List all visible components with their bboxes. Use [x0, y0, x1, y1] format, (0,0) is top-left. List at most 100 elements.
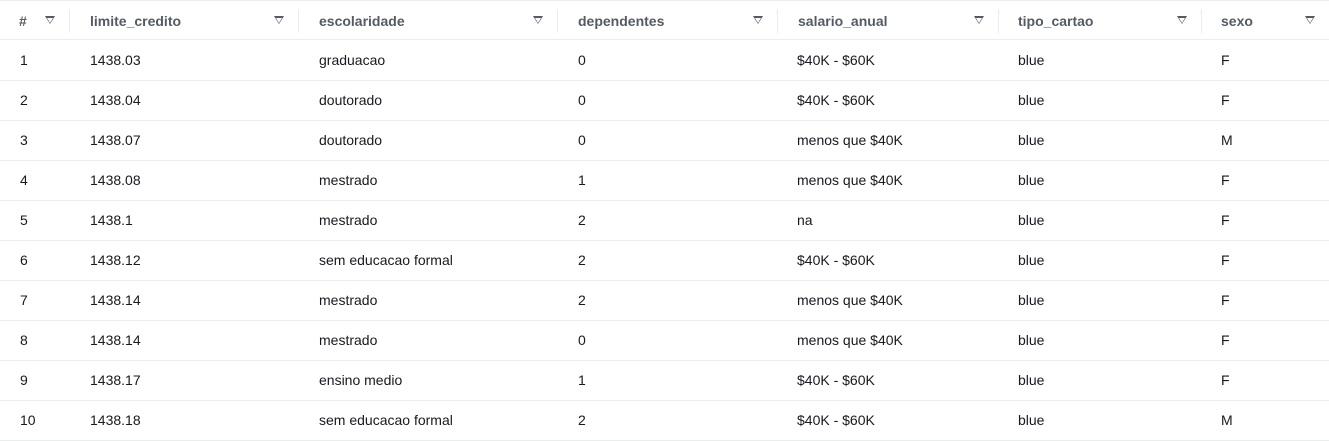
- cell-tipo-cartao: blue: [1018, 372, 1045, 388]
- cell-escolaridade: ensino medio: [319, 372, 403, 388]
- cell-index: 1: [20, 52, 28, 68]
- cell-escolaridade: sem educacao formal: [319, 412, 453, 428]
- column-header-sexo[interactable]: sexo: [1202, 1, 1329, 40]
- cell-tipo-cartao: blue: [1018, 172, 1045, 188]
- cell-index: 5: [20, 212, 28, 228]
- column-header-label: limite_credito: [90, 12, 182, 29]
- cell-dependentes: 1: [578, 372, 586, 388]
- cell-tipo-cartao: blue: [1018, 252, 1045, 268]
- cell-dependentes: 2: [578, 212, 586, 228]
- cell-salario-anual: menos que $40K: [797, 332, 903, 348]
- column-header-label: sexo: [1221, 12, 1253, 29]
- cell-tipo-cartao: blue: [1018, 52, 1045, 68]
- cell-escolaridade: graduacao: [319, 52, 386, 68]
- sort-descending-icon[interactable]: [1305, 16, 1315, 24]
- cell-salario-anual: $40K - $60K: [797, 412, 875, 428]
- cell-limite-credito: 1438.08: [90, 172, 141, 188]
- table-header: # limite_credito escolaridade dependente…: [0, 0, 1329, 40]
- cell-tipo-cartao: blue: [1018, 212, 1045, 228]
- column-header-salario-anual[interactable]: salario_anual: [778, 1, 998, 40]
- column-header-escolaridade[interactable]: escolaridade: [299, 1, 557, 40]
- column-header-label: salario_anual: [798, 12, 888, 29]
- column-header-tipo-cartao[interactable]: tipo_cartao: [999, 1, 1201, 40]
- cell-salario-anual: menos que $40K: [797, 292, 903, 308]
- sort-descending-icon[interactable]: [974, 16, 984, 24]
- cell-escolaridade: doutorado: [319, 92, 383, 108]
- cell-sexo: F: [1221, 172, 1230, 188]
- table-row[interactable]: 5 1438.1 mestrado 2 na blue F: [0, 201, 1329, 241]
- cell-escolaridade: mestrado: [319, 212, 378, 228]
- cell-dependentes: 0: [578, 92, 586, 108]
- cell-salario-anual: $40K - $60K: [797, 92, 875, 108]
- cell-dependentes: 0: [578, 52, 586, 68]
- cell-sexo: M: [1221, 412, 1233, 428]
- column-header-label: #: [19, 12, 27, 29]
- cell-limite-credito: 1438.17: [90, 372, 141, 388]
- table-row[interactable]: 3 1438.07 doutorado 0 menos que $40K blue M: [0, 121, 1329, 161]
- cell-tipo-cartao: blue: [1018, 292, 1045, 308]
- table-row[interactable]: 4 1438.08 mestrado 1 menos que $40K blue F: [0, 161, 1329, 201]
- cell-salario-anual: menos que $40K: [797, 132, 903, 148]
- table-row[interactable]: 2 1438.04 doutorado 0 $40K - $60K blue F: [0, 81, 1329, 121]
- cell-index: 4: [20, 172, 28, 188]
- cell-escolaridade: doutorado: [319, 132, 383, 148]
- cell-sexo: F: [1221, 52, 1230, 68]
- column-header-dependentes[interactable]: dependentes: [558, 1, 777, 40]
- cell-limite-credito: 1438.12: [90, 252, 141, 268]
- cell-escolaridade: mestrado: [319, 292, 378, 308]
- cell-tipo-cartao: blue: [1018, 412, 1045, 428]
- results-table: # limite_credito escolaridade dependente…: [0, 0, 1329, 441]
- cell-escolaridade: sem educacao formal: [319, 252, 453, 268]
- cell-dependentes: 0: [578, 332, 586, 348]
- cell-index: 6: [20, 252, 28, 268]
- table-row[interactable]: 1 1438.03 graduacao 0 $40K - $60K blue F: [0, 41, 1329, 81]
- column-header-limite-credito[interactable]: limite_credito: [70, 1, 298, 40]
- cell-limite-credito: 1438.14: [90, 292, 141, 308]
- cell-dependentes: 2: [578, 252, 586, 268]
- cell-escolaridade: mestrado: [319, 332, 378, 348]
- cell-index: 10: [20, 412, 36, 428]
- table-row[interactable]: 9 1438.17 ensino medio 1 $40K - $60K blue F: [0, 361, 1329, 401]
- cell-salario-anual: menos que $40K: [797, 172, 903, 188]
- cell-salario-anual: $40K - $60K: [797, 52, 875, 68]
- sort-descending-icon[interactable]: [753, 16, 763, 24]
- cell-limite-credito: 1438.04: [90, 92, 141, 108]
- cell-salario-anual: na: [797, 212, 813, 228]
- sort-descending-icon[interactable]: [274, 16, 284, 24]
- cell-index: 3: [20, 132, 28, 148]
- table-row[interactable]: 6 1438.12 sem educacao formal 2 $40K - $60K b…: [0, 241, 1329, 281]
- sort-descending-icon[interactable]: [533, 16, 543, 24]
- column-header-label: escolaridade: [319, 12, 405, 29]
- cell-dependentes: 1: [578, 172, 586, 188]
- cell-dependentes: 2: [578, 412, 586, 428]
- cell-limite-credito: 1438.1: [90, 212, 133, 228]
- column-header-label: dependentes: [578, 12, 665, 29]
- sort-descending-icon[interactable]: [1177, 16, 1187, 24]
- sort-descending-icon[interactable]: [45, 16, 55, 24]
- cell-dependentes: 0: [578, 132, 586, 148]
- column-header-index[interactable]: #: [0, 1, 69, 40]
- cell-limite-credito: 1438.03: [90, 52, 141, 68]
- cell-sexo: F: [1221, 92, 1230, 108]
- cell-escolaridade: mestrado: [319, 172, 378, 188]
- cell-tipo-cartao: blue: [1018, 132, 1045, 148]
- column-header-label: tipo_cartao: [1018, 12, 1094, 29]
- cell-sexo: M: [1221, 132, 1233, 148]
- cell-limite-credito: 1438.14: [90, 332, 141, 348]
- table-row[interactable]: 8 1438.14 mestrado 0 menos que $40K blue F: [0, 321, 1329, 361]
- cell-sexo: F: [1221, 212, 1230, 228]
- cell-sexo: F: [1221, 252, 1230, 268]
- cell-tipo-cartao: blue: [1018, 332, 1045, 348]
- cell-index: 8: [20, 332, 28, 348]
- cell-index: 7: [20, 292, 28, 308]
- cell-index: 9: [20, 372, 28, 388]
- cell-salario-anual: $40K - $60K: [797, 372, 875, 388]
- table-row[interactable]: 10 1438.18 sem educacao formal 2 $40K - $60K…: [0, 401, 1329, 441]
- cell-sexo: F: [1221, 372, 1230, 388]
- table-row[interactable]: 7 1438.14 mestrado 2 menos que $40K blue F: [0, 281, 1329, 321]
- cell-index: 2: [20, 92, 28, 108]
- cell-sexo: F: [1221, 332, 1230, 348]
- cell-tipo-cartao: blue: [1018, 92, 1045, 108]
- cell-limite-credito: 1438.18: [90, 412, 141, 428]
- cell-limite-credito: 1438.07: [90, 132, 141, 148]
